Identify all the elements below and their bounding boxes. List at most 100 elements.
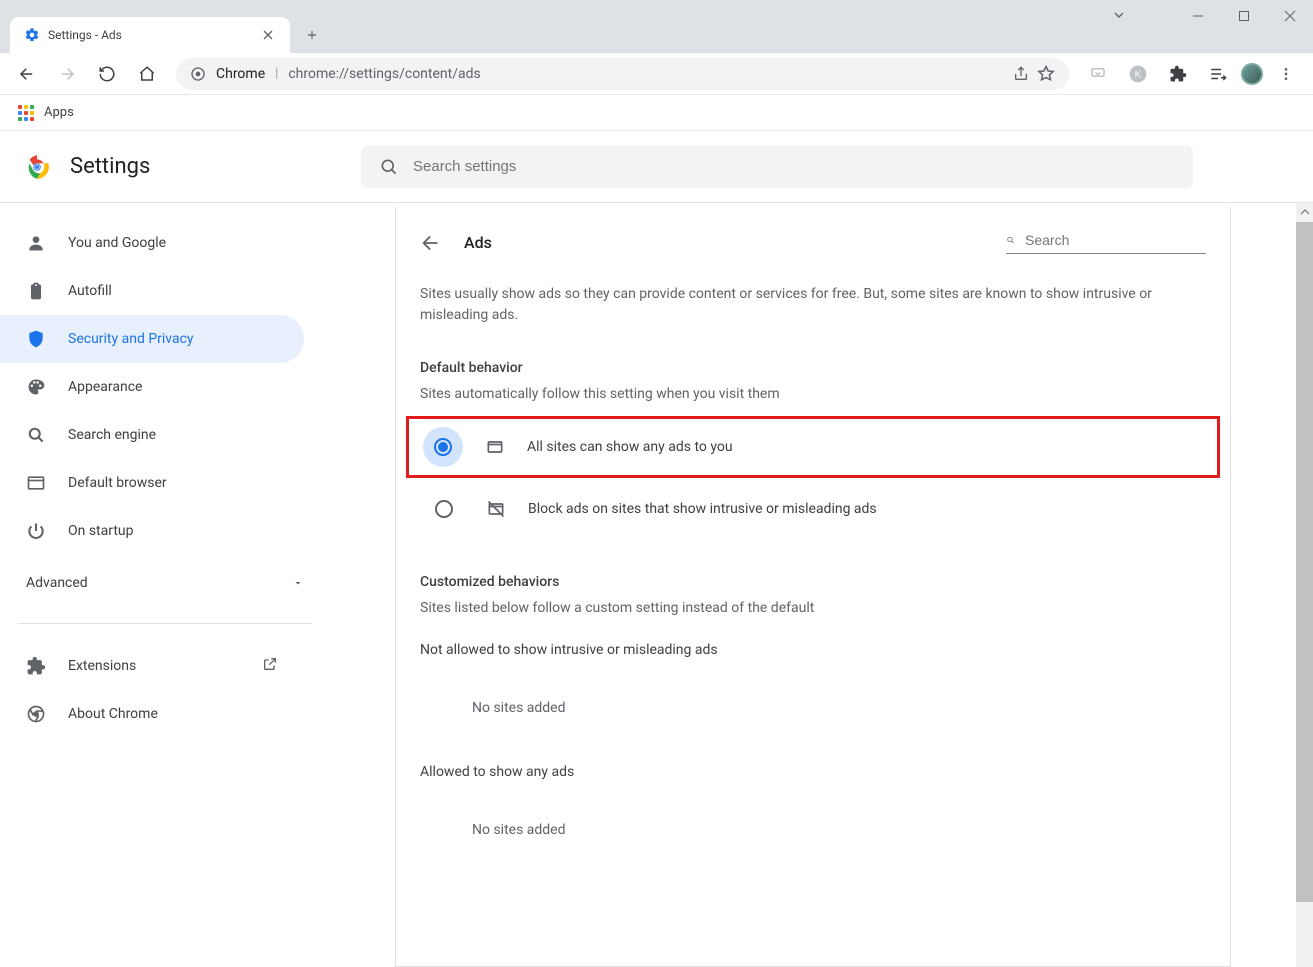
radio-option-block-ads[interactable]: Block ads on sites that show intrusive o… — [420, 478, 1206, 540]
radio-option-allow-ads[interactable]: All sites can show any ads to you — [406, 416, 1220, 478]
close-window-button[interactable] — [1267, 0, 1313, 32]
settings-gear-icon — [24, 27, 40, 43]
page-title: Ads — [464, 233, 492, 252]
tab-overflow-chevron-icon[interactable] — [1111, 7, 1127, 27]
sidebar-item-label: Autofill — [68, 283, 112, 299]
menu-dots-icon[interactable] — [1269, 57, 1303, 91]
search-settings-input[interactable] — [413, 158, 1175, 175]
search-icon — [1006, 231, 1015, 249]
option-allow-label: All sites can show any ads to you — [527, 439, 733, 455]
account-k-icon[interactable]: K — [1121, 57, 1155, 91]
card-search-field[interactable] — [1006, 231, 1206, 254]
allowed-title: Allowed to show any ads — [420, 764, 1206, 780]
back-button[interactable] — [10, 57, 44, 91]
not-allowed-title: Not allowed to show intrusive or mislead… — [420, 642, 1206, 658]
chrome-icon — [190, 66, 206, 82]
default-behavior-title: Default behavior — [420, 360, 1206, 376]
sidebar-item-appearance[interactable]: Appearance — [0, 363, 304, 411]
web-asset-off-icon — [486, 499, 506, 519]
card-search-input[interactable] — [1025, 232, 1206, 248]
apps-grid-icon[interactable] — [18, 105, 34, 121]
option-block-label: Block ads on sites that show intrusive o… — [528, 501, 877, 517]
sidebar-item-you-and-google[interactable]: You and Google — [0, 219, 304, 267]
radio-selected-indicator — [423, 427, 463, 467]
sidebar-divider — [18, 623, 312, 624]
omnibox-url: chrome://settings/content/ads — [288, 66, 1003, 82]
apps-label[interactable]: Apps — [44, 105, 74, 120]
sidebar-item-label: About Chrome — [68, 706, 158, 722]
forward-button[interactable] — [50, 57, 84, 91]
content-area: Ads Sites usually show ads so they can p… — [330, 203, 1296, 967]
omnibox-scheme: Chrome — [216, 66, 265, 82]
advanced-label: Advanced — [26, 575, 88, 591]
sidebar-item-default-browser[interactable]: Default browser — [0, 459, 304, 507]
chevron-down-icon — [292, 577, 304, 589]
chrome-logo-icon — [24, 154, 50, 180]
no-sites-allowed-text: No sites added — [420, 800, 1206, 860]
minimize-button[interactable] — [1175, 0, 1221, 32]
sidebar-item-label: Default browser — [68, 475, 167, 491]
person-icon — [26, 233, 46, 253]
sidebar: You and Google Autofill Security and Pri… — [0, 203, 330, 967]
bookmarks-bar: Apps — [0, 95, 1313, 131]
tab-title: Settings - Ads — [48, 28, 252, 42]
sidebar-item-autofill[interactable]: Autofill — [0, 267, 304, 315]
extensions-puzzle-icon[interactable] — [1161, 57, 1195, 91]
settings-title: Settings — [70, 154, 150, 179]
web-asset-icon — [485, 437, 505, 457]
customized-title: Customized behaviors — [420, 574, 1206, 590]
share-icon[interactable] — [1013, 66, 1029, 82]
sidebar-item-about-chrome[interactable]: About Chrome — [0, 690, 304, 738]
pocket-icon[interactable] — [1081, 57, 1115, 91]
reload-button[interactable] — [90, 57, 124, 91]
power-icon — [26, 521, 46, 541]
sidebar-item-search-engine[interactable]: Search engine — [0, 411, 304, 459]
radio-unselected-indicator — [424, 489, 464, 529]
search-settings-field[interactable] — [361, 146, 1193, 188]
sidebar-advanced-toggle[interactable]: Advanced — [0, 561, 330, 605]
extensions-puzzle-icon — [26, 656, 46, 676]
search-icon — [26, 425, 46, 445]
new-tab-button[interactable] — [298, 21, 326, 49]
sidebar-item-security-and-privacy[interactable]: Security and Privacy — [0, 315, 304, 363]
no-sites-blocked-text: No sites added — [420, 678, 1206, 738]
search-icon — [379, 157, 399, 177]
sidebar-item-label: Search engine — [68, 427, 156, 443]
titlebar: Settings - Ads — [0, 0, 1313, 53]
sidebar-item-label: Extensions — [68, 658, 136, 674]
browser-window-icon — [26, 473, 46, 493]
shield-icon — [26, 329, 46, 349]
nav-toolbar: Chrome | chrome://settings/content/ads K — [0, 53, 1313, 95]
back-arrow-icon[interactable] — [420, 232, 442, 254]
sidebar-item-extensions[interactable]: Extensions — [0, 642, 304, 690]
sidebar-item-label: Appearance — [68, 379, 142, 395]
ads-settings-card: Ads Sites usually show ads so they can p… — [395, 207, 1231, 967]
sidebar-item-label: You and Google — [68, 235, 166, 251]
external-link-icon — [262, 656, 278, 676]
scrollbar-thumb[interactable] — [1296, 222, 1313, 902]
window-controls — [1175, 0, 1313, 32]
customized-sub: Sites listed below follow a custom setti… — [420, 600, 1206, 616]
intro-text: Sites usually show ads so they can provi… — [420, 284, 1206, 326]
reading-list-icon[interactable] — [1201, 57, 1235, 91]
sidebar-item-label: On startup — [68, 523, 134, 539]
home-button[interactable] — [130, 57, 164, 91]
close-icon[interactable] — [260, 27, 276, 43]
sidebar-item-label: Security and Privacy — [68, 331, 194, 347]
browser-tab[interactable]: Settings - Ads — [10, 17, 290, 53]
bookmark-star-icon[interactable] — [1037, 65, 1055, 83]
palette-icon — [26, 377, 46, 397]
svg-text:K: K — [1135, 69, 1142, 80]
scroll-up-arrow-icon[interactable] — [1296, 203, 1313, 220]
default-behavior-sub: Sites automatically follow this setting … — [420, 386, 1206, 402]
main-content: You and Google Autofill Security and Pri… — [0, 203, 1313, 967]
sidebar-item-on-startup[interactable]: On startup — [0, 507, 304, 555]
chrome-outline-icon — [26, 704, 46, 724]
omnibox-separator: | — [275, 66, 278, 81]
settings-header: Settings — [0, 131, 1313, 203]
profile-avatar[interactable] — [1241, 63, 1263, 85]
scrollbar[interactable] — [1296, 203, 1313, 967]
clipboard-icon — [26, 281, 46, 301]
omnibox[interactable]: Chrome | chrome://settings/content/ads — [176, 58, 1069, 90]
maximize-button[interactable] — [1221, 0, 1267, 32]
